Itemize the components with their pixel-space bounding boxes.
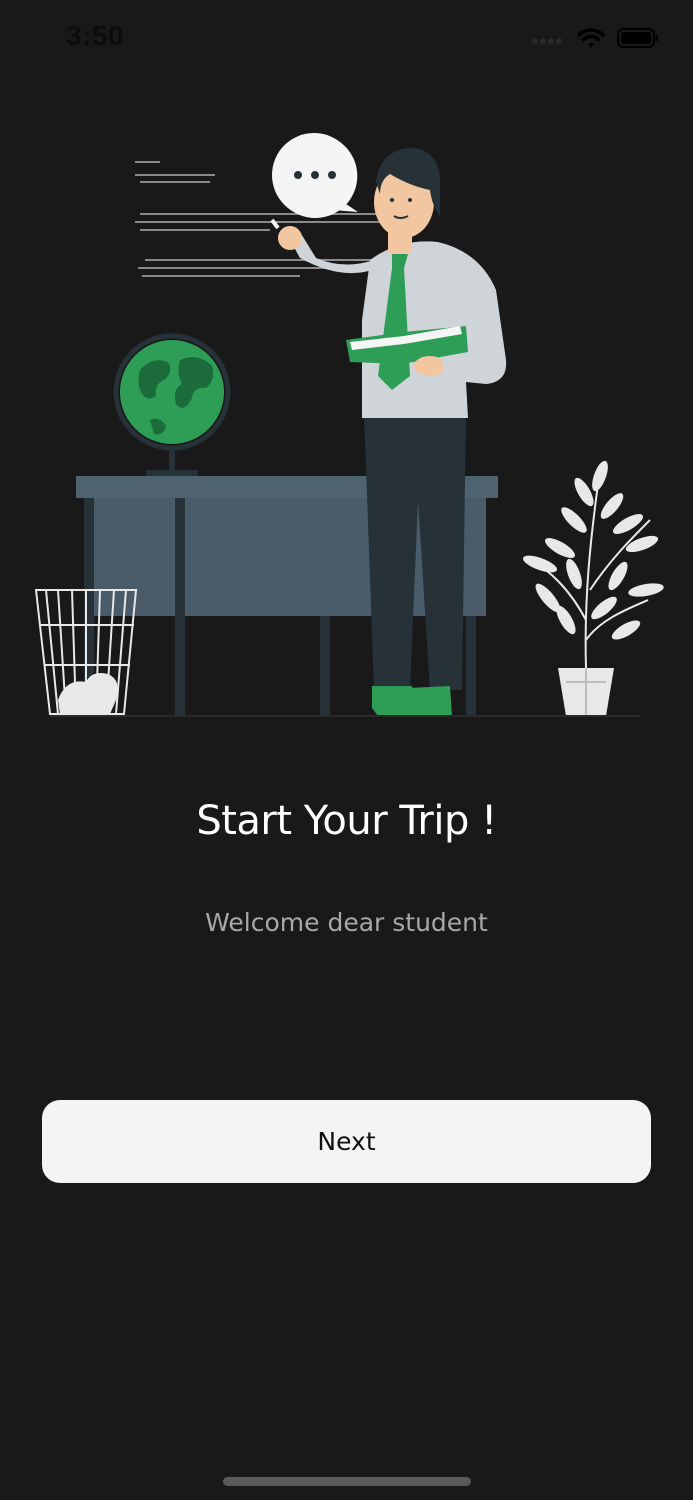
onboarding-screen: 3:50 Start Your Trip ! Welcome dear stud… (0, 0, 693, 1500)
cellular-signal-icon (532, 38, 562, 44)
status-time: 3:50 (66, 20, 125, 51)
globe (113, 333, 231, 476)
next-button[interactable]: Next (42, 1100, 651, 1183)
status-icons (531, 24, 659, 52)
onboarding-title: Start Your Trip ! (196, 798, 497, 844)
onboarding-subtitle: Welcome dear student (205, 908, 488, 937)
battery-icon (617, 28, 658, 48)
speech-bubble (272, 133, 358, 218)
home-indicator[interactable] (223, 1477, 471, 1486)
teacher-at-desk-illustration (34, 133, 664, 717)
potted-plant (522, 460, 664, 716)
status-bar: 3:50 (0, 0, 693, 76)
wifi-icon (577, 28, 605, 48)
